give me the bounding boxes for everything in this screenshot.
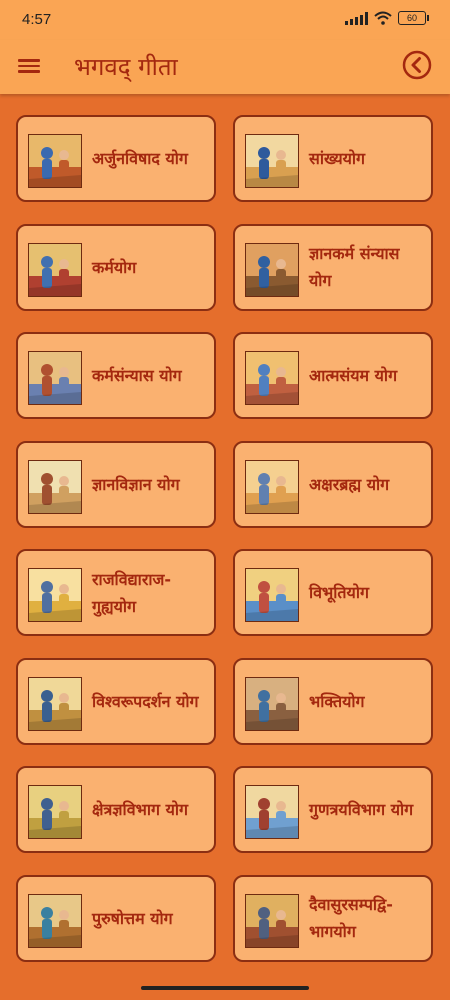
- chapter-card[interactable]: सांख्ययोग: [233, 115, 433, 202]
- chapter-thumbnail: [245, 242, 299, 297]
- chapter-thumbnail: [245, 459, 299, 514]
- chapter-label: पुरुषोत्तम योग: [92, 877, 208, 960]
- chapter-label-text: राजविद्याराज-गुह्ययोग: [92, 569, 172, 616]
- chapter-label-text: विभूतियोग: [309, 583, 369, 602]
- chapter-label: भक्तियोग: [309, 660, 425, 743]
- chapter-card[interactable]: अक्षरब्रह्म योग: [233, 440, 433, 528]
- chevron-left-circle-icon: [402, 50, 432, 80]
- chapter-card[interactable]: राजविद्याराज-गुह्ययोग: [16, 549, 216, 636]
- chapter-card[interactable]: भक्तियोग: [233, 657, 433, 745]
- back-button[interactable]: [402, 50, 432, 80]
- chapter-label: क्षेत्रज्ञविभाग योग: [92, 768, 208, 851]
- chapter-card[interactable]: कर्मसंन्यास योग: [16, 332, 216, 419]
- chapter-label: राजविद्याराज-गुह्ययोग: [92, 551, 208, 634]
- chapter-thumbnail: [28, 242, 82, 297]
- battery-icon: 60: [398, 11, 429, 25]
- chapter-card[interactable]: विश्वरूपदर्शन योग: [16, 657, 216, 745]
- chapter-card[interactable]: अर्जुनविषाद योग: [16, 115, 216, 202]
- chapter-thumbnail: [245, 785, 299, 839]
- chapter-card[interactable]: ज्ञानविज्ञान योग: [16, 440, 216, 528]
- chapter-thumbnail: [28, 351, 82, 405]
- chapter-label: कर्मयोग: [92, 226, 208, 309]
- chapter-thumbnail: [28, 676, 82, 731]
- chapter-thumbnail: [245, 134, 299, 188]
- chapter-label-text: भक्तियोग: [309, 691, 365, 711]
- chapter-label: ज्ञानकर्म संन्यास योग: [309, 226, 425, 309]
- status-bar: 4:57 60: [0, 0, 450, 40]
- chapter-label-text: ज्ञानविज्ञान योग: [92, 474, 180, 494]
- chapter-label: विश्वरूपदर्शन योग: [92, 660, 208, 743]
- chapter-card[interactable]: ज्ञानकर्म संन्यास योग: [233, 223, 433, 311]
- chapter-label-text: ज्ञानकर्म संन्यास योग: [309, 244, 400, 290]
- chapter-thumbnail: [245, 351, 299, 405]
- chapter-thumbnail: [28, 893, 82, 948]
- chapter-thumbnail: [28, 459, 82, 514]
- chapter-thumbnail: [28, 134, 82, 188]
- chapter-label: गुणत्रयविभाग योग: [309, 768, 425, 851]
- chapter-label: आत्मसंयम योग: [309, 334, 425, 417]
- chapter-label-text: विश्वरूपदर्शन योग: [92, 691, 199, 711]
- app-bar: भगवद् गीता: [0, 40, 450, 94]
- chapter-label-text: सांख्ययोग: [309, 149, 366, 168]
- chapter-thumbnail: [28, 568, 82, 622]
- chapter-label-text: क्षेत्रज्ञविभाग योग: [92, 800, 189, 819]
- chapter-thumbnail: [245, 676, 299, 731]
- chapter-card[interactable]: क्षेत्रज्ञविभाग योग: [16, 766, 216, 853]
- status-time: 4:57: [22, 11, 52, 28]
- chapter-label-text: अर्जुनविषाद योग: [92, 149, 188, 168]
- chapter-label: दैवासुरसम्पद्वि-भागयोग: [309, 877, 425, 960]
- chapter-label: कर्मसंन्यास योग: [92, 334, 208, 417]
- chapter-label-text: पुरुषोत्तम योग: [92, 908, 173, 928]
- chapter-label-text: अक्षरब्रह्म योग: [309, 474, 390, 494]
- chapter-card[interactable]: दैवासुरसम्पद्वि-भागयोग: [233, 874, 433, 962]
- home-indicator[interactable]: [141, 986, 309, 990]
- chapter-card[interactable]: गुणत्रयविभाग योग: [233, 766, 433, 853]
- chapter-thumbnail: [28, 785, 82, 839]
- app-title: भगवद् गीता: [74, 53, 178, 81]
- chapter-label-text: आत्मसंयम योग: [309, 366, 398, 385]
- chapter-label-text: कर्मसंन्यास योग: [92, 366, 182, 385]
- chapter-label: अर्जुनविषाद योग: [92, 117, 208, 200]
- chapter-label: ज्ञानविज्ञान योग: [92, 443, 208, 526]
- chapter-card[interactable]: पुरुषोत्तम योग: [16, 874, 216, 962]
- chapter-card[interactable]: विभूतियोग: [233, 549, 433, 636]
- chapter-label-text: कर्मयोग: [92, 257, 137, 277]
- chapter-label: सांख्ययोग: [309, 117, 425, 200]
- chapter-card[interactable]: कर्मयोग: [16, 223, 216, 311]
- wifi-icon: [374, 11, 392, 25]
- chapter-label-text: दैवासुरसम्पद्वि-भागयोग: [309, 895, 393, 941]
- chapter-card[interactable]: आत्मसंयम योग: [233, 332, 433, 419]
- chapter-label-text: गुणत्रयविभाग योग: [309, 800, 414, 819]
- chapter-thumbnail: [245, 893, 299, 948]
- status-icons: 60: [345, 11, 429, 25]
- menu-icon[interactable]: [18, 56, 40, 76]
- chapter-thumbnail: [245, 568, 299, 622]
- chapter-label: अक्षरब्रह्म योग: [309, 443, 425, 526]
- signal-icon: [345, 11, 368, 25]
- chapter-label: विभूतियोग: [309, 551, 425, 634]
